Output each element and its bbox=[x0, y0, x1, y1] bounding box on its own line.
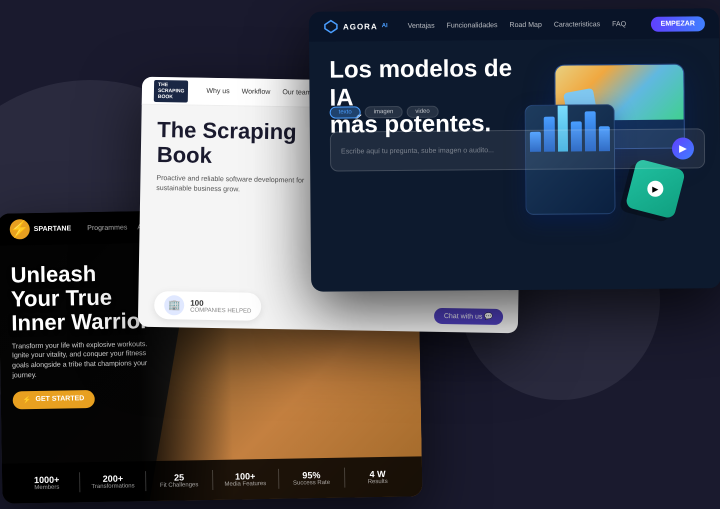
agora-3d-shape: ▶ bbox=[630, 163, 701, 234]
scraping-subtext: Proactive and reliable software developm… bbox=[156, 174, 316, 198]
agora-content: Los modelos de IA más potentes. bbox=[329, 55, 530, 140]
fitness-cta-label: GET STARTED bbox=[35, 395, 84, 403]
agora-send-button[interactable]: ▶ bbox=[672, 137, 694, 159]
fitness-content: UnleashYour TrueInner Warrior Transform … bbox=[10, 261, 153, 409]
fitness-stat-transformations-label: Transformations bbox=[80, 483, 145, 490]
fitness-stat-members-label: Members bbox=[14, 484, 79, 491]
scraping-companies-icon: 🏢 bbox=[164, 295, 184, 315]
agora-nav-item-roadmap[interactable]: Road Map bbox=[510, 21, 542, 28]
agora-tags-row: texto imagen video bbox=[330, 106, 439, 119]
scraping-logo: THE SCRAPING BOOK bbox=[154, 79, 189, 102]
scraping-nav-workflow[interactable]: Workflow bbox=[242, 88, 271, 95]
agora-tag-texto[interactable]: texto bbox=[330, 106, 361, 118]
scraping-companies-badge: 🏢 100 COMPANIES HELPED bbox=[154, 291, 262, 321]
agora-search-area[interactable]: Escribe aquí tu pregunta, sube imagen o … bbox=[330, 128, 705, 171]
scraping-nav-ourteam[interactable]: Our team bbox=[282, 89, 311, 97]
fitness-stat-results-label: Results bbox=[345, 479, 410, 486]
agora-headline: Los modelos de IA más potentes. bbox=[329, 55, 530, 140]
agora-search-placeholder: Escribe aquí tu pregunta, sube imagen o … bbox=[341, 145, 664, 155]
fitness-cta-button[interactable]: ⚡ GET STARTED bbox=[13, 390, 95, 409]
scraping-nav-items: Why us Workflow Our team bbox=[206, 88, 311, 97]
agora-nav-item-funcionalidades[interactable]: Funcionalidades bbox=[447, 22, 498, 29]
fitness-stat-media-label: Media Features bbox=[213, 481, 278, 488]
scraping-logo-text: THE SCRAPING BOOK bbox=[158, 81, 185, 99]
cards-container: AGORA AI Ventajas Funcionalidades Road M… bbox=[0, 0, 720, 509]
agora-tag-video[interactable]: video bbox=[406, 106, 438, 118]
fitness-logo-icon: ⚡ bbox=[10, 219, 30, 239]
agora-empezar-button[interactable]: EMPEZAR bbox=[651, 16, 705, 31]
fitness-nav-programmes[interactable]: Programmes bbox=[87, 224, 127, 232]
fitness-stat-media: 100+ Media Features bbox=[213, 471, 278, 488]
agora-nav-item-faq[interactable]: FAQ bbox=[612, 21, 626, 28]
fitness-cta-icon: ⚡ bbox=[23, 396, 32, 404]
fitness-logo-text: SPARTANE bbox=[34, 225, 72, 233]
agora-logo-text: AGORA bbox=[343, 22, 378, 31]
scraping-chat-button[interactable]: Chat with us 💬 bbox=[434, 308, 503, 325]
fitness-subtext: Transform your life with explosive worko… bbox=[12, 340, 153, 382]
agora-logo: AGORA AI bbox=[323, 18, 388, 35]
fitness-headline: UnleashYour TrueInner Warrior bbox=[10, 261, 151, 336]
scraping-content: The Scraping Book Proactive and reliable… bbox=[156, 117, 317, 197]
fitness-stat-challenges: 25 Fit Challenges bbox=[146, 472, 211, 489]
fitness-stat-transformations: 200+ Transformations bbox=[80, 473, 145, 490]
scraping-headline-line1: The Scraping bbox=[157, 117, 317, 145]
agora-nav-item-caracteristicas[interactable]: Caracteristicas bbox=[554, 21, 600, 28]
agora-teal-play: ▶ bbox=[647, 181, 663, 197]
agora-tag-imagen[interactable]: imagen bbox=[365, 106, 403, 118]
fitness-stat-success: 95% Success Rate bbox=[279, 470, 344, 487]
scraping-headline: The Scraping Book bbox=[157, 117, 318, 170]
agora-nav: AGORA AI Ventajas Funcionalidades Road M… bbox=[309, 8, 719, 42]
card-agora: AGORA AI Ventajas Funcionalidades Road M… bbox=[309, 8, 720, 292]
fitness-stats-bar: 1000+ Members 200+ Transformations 25 Fi… bbox=[2, 456, 423, 503]
fitness-logo: ⚡ SPARTANE bbox=[10, 218, 72, 239]
scraping-companies-label: COMPANIES HELPED bbox=[190, 307, 251, 314]
fitness-stat-results: 4 W Results bbox=[345, 469, 410, 486]
agora-nav-item-ventajas[interactable]: Ventajas bbox=[408, 22, 435, 29]
agora-logo-sub: AI bbox=[382, 23, 388, 29]
fitness-stat-challenges-label: Fit Challenges bbox=[147, 482, 212, 489]
scraping-headline-line2: Book bbox=[157, 142, 317, 170]
scraping-nav-whyus[interactable]: Why us bbox=[206, 88, 229, 95]
agora-headline-line1: Los modelos de IA bbox=[329, 55, 529, 112]
fitness-stat-members: 1000+ Members bbox=[14, 474, 79, 491]
fitness-stat-success-label: Success Rate bbox=[279, 480, 344, 487]
agora-nav-items: Ventajas Funcionalidades Road Map Caract… bbox=[408, 21, 627, 30]
